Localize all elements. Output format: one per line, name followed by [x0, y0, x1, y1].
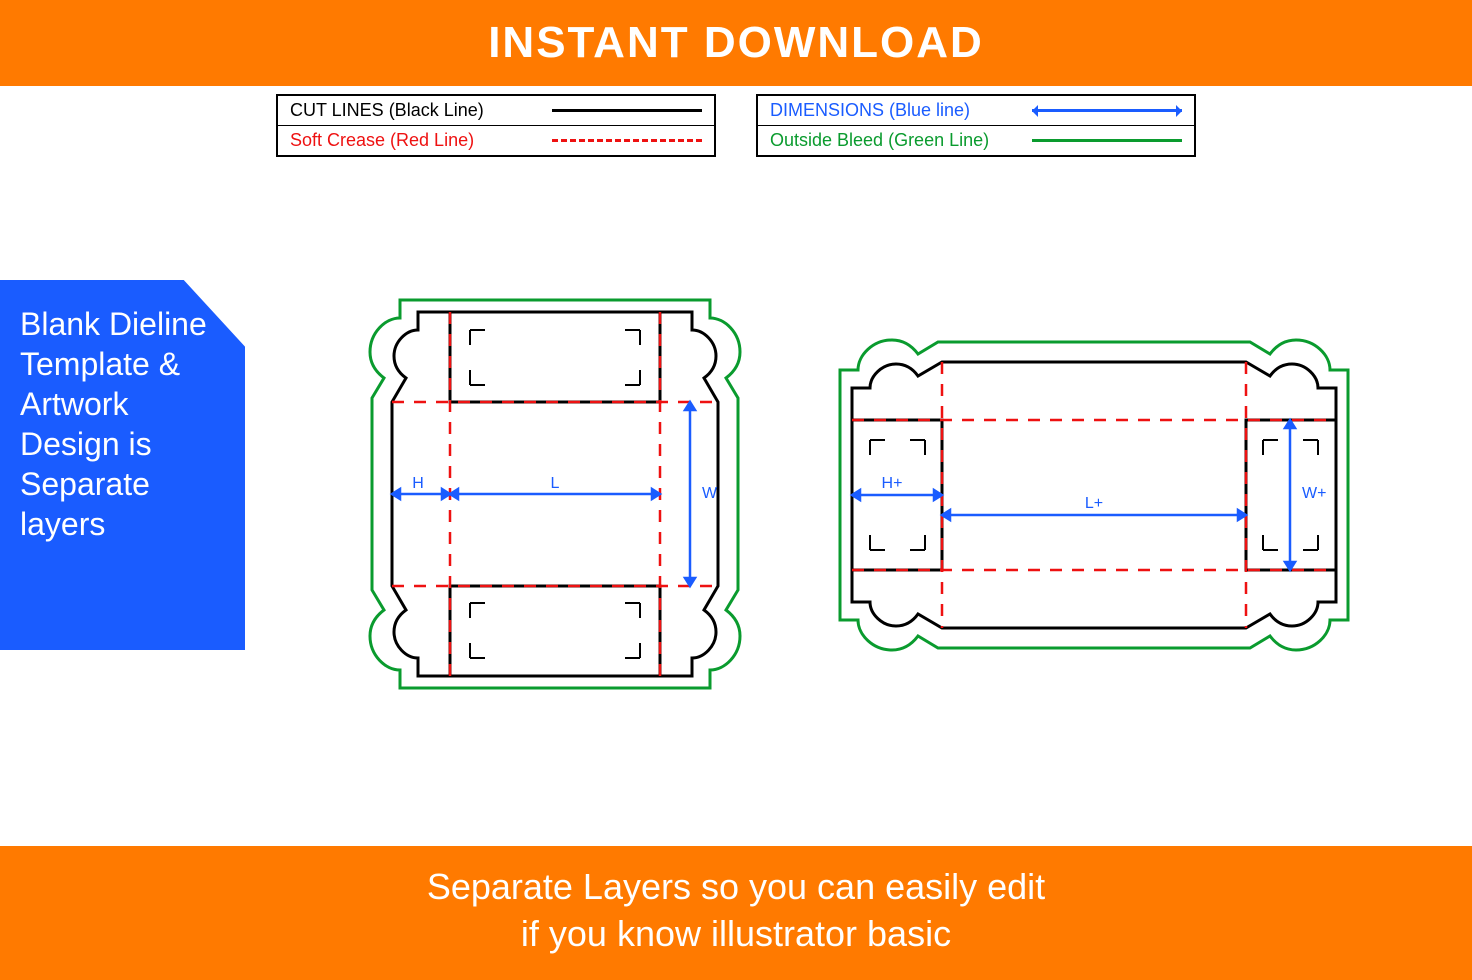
bottom-banner: Separate Layers so you can easily edit i… [0, 846, 1472, 980]
line-sample-blue-icon [1032, 109, 1182, 112]
legend-label: DIMENSIONS (Blue line) [770, 100, 970, 121]
cut-bottom-panel-left [450, 586, 660, 676]
line-sample-green-icon [1032, 139, 1182, 142]
dim-label-Lplus: L+ [1085, 495, 1103, 512]
line-sample-black-icon [552, 109, 702, 112]
footer-line2: if you know illustrator basic [0, 911, 1472, 958]
legend-label: Outside Bleed (Green Line) [770, 130, 989, 151]
legend-box-left: CUT LINES (Black Line) Soft Crease (Red … [276, 94, 716, 157]
dim-label-H: H [412, 475, 424, 492]
dim-label-Hplus: H+ [882, 475, 903, 492]
legend-row: CUT LINES (Black Line) Soft Crease (Red … [0, 94, 1472, 157]
side-panel: Blank Dieline Template & Artwork Design … [0, 280, 245, 650]
footer-line1: Separate Layers so you can easily edit [0, 864, 1472, 911]
cut-top-panel-left [450, 312, 660, 402]
legend-bleed: Outside Bleed (Green Line) [758, 126, 1194, 155]
legend-soft-crease: Soft Crease (Red Line) [278, 126, 714, 155]
dim-Wplus [1285, 420, 1295, 570]
legend-box-right: DIMENSIONS (Blue line) Outside Bleed (Gr… [756, 94, 1196, 157]
dim-label-L: L [551, 475, 560, 492]
dim-label-W: W [702, 485, 718, 502]
dim-label-Wplus: W+ [1302, 485, 1326, 502]
legend-dimensions: DIMENSIONS (Blue line) [758, 96, 1194, 126]
legend-label: Soft Crease (Red Line) [290, 130, 474, 151]
side-panel-text: Blank Dieline Template & Artwork Design … [20, 306, 207, 542]
diagram-area: H L W [330, 290, 1450, 710]
header-title: INSTANT DOWNLOAD [488, 18, 984, 67]
dim-W-left [685, 402, 695, 586]
line-sample-red-icon [552, 139, 702, 142]
legend-cut-lines: CUT LINES (Black Line) [278, 96, 714, 126]
dieline-diagrams-icon: H L W [330, 290, 1450, 710]
legend-label: CUT LINES (Black Line) [290, 100, 484, 121]
top-banner: INSTANT DOWNLOAD [0, 0, 1472, 86]
